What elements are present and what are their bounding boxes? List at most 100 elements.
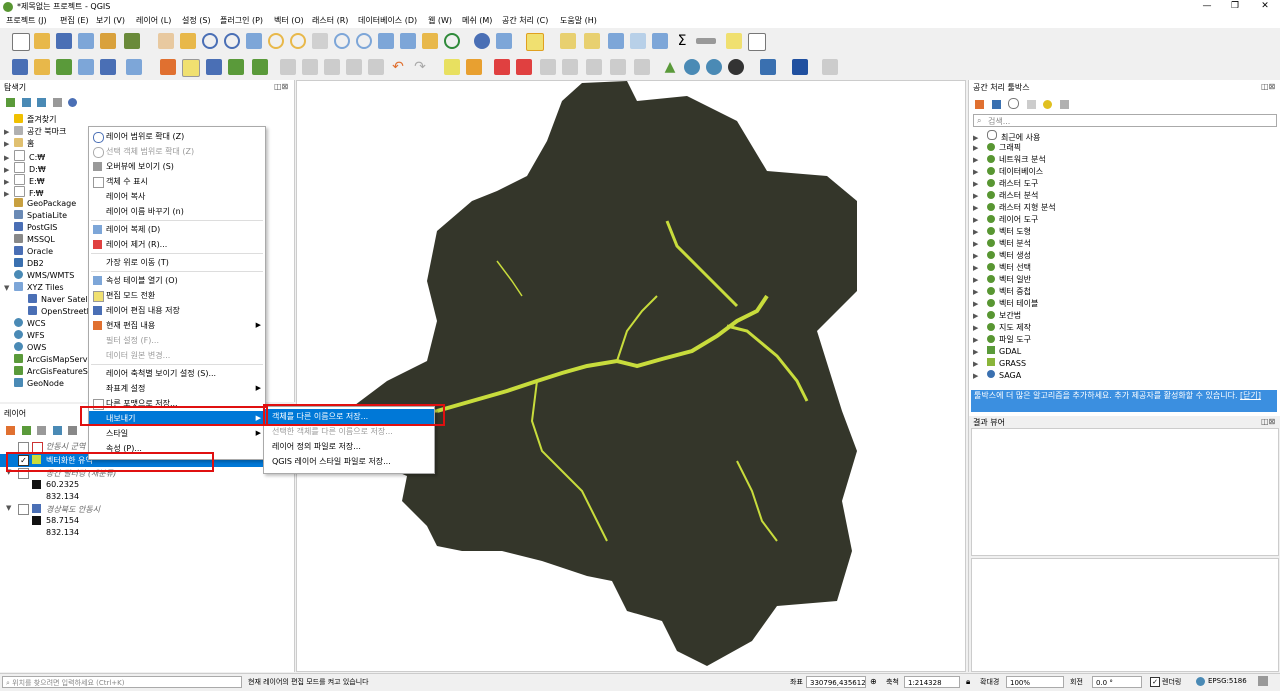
layer-4-name[interactable]: 경상북도 안동시	[46, 504, 100, 515]
toolbox-raster-tools[interactable]: ▶ 래스터 도구	[973, 178, 1038, 190]
tree-drive-d[interactable]: ▶ D:₩	[4, 162, 46, 174]
style-manager-icon[interactable]	[124, 33, 140, 49]
layer-labeling-icon[interactable]	[466, 59, 482, 75]
expand-icon[interactable]	[68, 426, 78, 435]
menu-move-to-top[interactable]: 가장 위로 이동 (T)	[89, 255, 265, 270]
menu-current-edits[interactable]: 현재 편집 내용 ▶	[89, 318, 265, 333]
tree-drive-f[interactable]: ▶ F:₩	[4, 186, 44, 198]
toggle-editing-icon[interactable]	[182, 59, 200, 77]
menu-project[interactable]: 프로젝트 (J)	[6, 15, 47, 26]
options-wrench-icon[interactable]	[1059, 100, 1069, 109]
toolbox-vector-general[interactable]: ▶ 벡터 일반	[973, 274, 1031, 286]
new-layer-icon[interactable]	[34, 59, 50, 75]
tree-geopackage[interactable]: GeoPackage	[4, 198, 76, 210]
new-3d-view-icon[interactable]	[400, 33, 416, 49]
toolbox-layer-tools[interactable]: ▶ 레이어 도구	[973, 214, 1038, 226]
label-icon[interactable]	[444, 59, 460, 75]
rotation-spinbox[interactable]: 0.0 °	[1092, 676, 1142, 688]
identify-icon[interactable]	[474, 33, 490, 49]
toolbox-vector-overlay[interactable]: ▶ 벡터 중첩	[973, 286, 1031, 298]
menu-show-feature-count[interactable]: 객체 수 표시	[89, 174, 265, 189]
menu-open-attribute-table[interactable]: 속성 테이블 열기 (O)	[89, 273, 265, 288]
toolbox-gdal[interactable]: ▶ GDAL	[973, 346, 1021, 358]
tree-oracle[interactable]: Oracle	[4, 246, 53, 258]
zoom-native-icon[interactable]	[312, 33, 328, 49]
menu-web[interactable]: 웹 (W)	[428, 15, 452, 26]
menu-save-edits[interactable]: 레이어 편집 내용 저장	[89, 303, 265, 318]
tree-mssql[interactable]: MSSQL	[4, 234, 55, 246]
menu-change-source[interactable]: 데이터 원본 변경...	[89, 348, 265, 363]
move-label-icon[interactable]	[562, 59, 578, 75]
undo-icon[interactable]: ↶	[390, 59, 406, 75]
menu-style[interactable]: 스타일 ▶	[89, 426, 265, 441]
menu-database[interactable]: 데이터베이스 (D)	[358, 15, 417, 26]
toolbox-cartography[interactable]: ▶ 지도 제작	[973, 322, 1031, 334]
new-project-icon[interactable]	[12, 33, 30, 51]
redo-icon[interactable]: ↷	[412, 59, 428, 75]
tree-arcgis-mapserver[interactable]: ArcGisMapServer	[4, 354, 88, 366]
render-checkbox[interactable]: ✓	[1150, 677, 1160, 687]
menu-copy-layer[interactable]: 레이어 복사	[89, 189, 265, 204]
menu-show-in-overview[interactable]: 오버뷰에 보이기 (S)	[89, 159, 265, 174]
visibility-icon[interactable]	[37, 426, 47, 435]
toolbox-network[interactable]: ▶ 네트워크 분석	[973, 154, 1046, 166]
tree-ows[interactable]: OWS	[4, 342, 46, 354]
toolbox-dock-controls[interactable]: ◫⊠	[1261, 82, 1275, 91]
locator-search-input[interactable]: ⌕ 위치를 찾으려면 입력하세요 (Ctrl+K)	[2, 676, 242, 688]
toolbox-vector-analysis[interactable]: ▶ 벡터 분석	[973, 238, 1031, 250]
menu-processing[interactable]: 공간 처리 (C)	[502, 15, 548, 26]
layer-4-expand-arrow[interactable]: ▼	[6, 504, 11, 512]
tree-drive-e[interactable]: ▶ E:₩	[4, 174, 45, 186]
style-panel-icon[interactable]	[6, 426, 15, 435]
temporal-controller-icon[interactable]	[422, 33, 438, 49]
attribute-table-icon[interactable]	[608, 33, 624, 49]
history-icon[interactable]	[1008, 98, 1020, 109]
cut-features-icon[interactable]	[324, 59, 340, 75]
globe-icon[interactable]	[684, 59, 700, 75]
open-project-icon[interactable]	[34, 33, 50, 49]
toolbox-interpolation[interactable]: ▶ 보간법	[973, 310, 1021, 322]
menu-set-crs[interactable]: 좌표계 설정 ▶	[89, 381, 265, 396]
results-icon[interactable]	[1026, 100, 1036, 109]
tree-naver-satellite[interactable]: Naver Satellite	[28, 294, 88, 306]
properties-icon[interactable]	[68, 98, 78, 107]
show-hide-labels-icon[interactable]	[540, 59, 556, 75]
tree-postgis[interactable]: PostGIS	[4, 222, 57, 234]
toolbox-vector-table[interactable]: ▶ 벡터 테이블	[973, 298, 1038, 310]
diagram-icon[interactable]	[494, 59, 510, 75]
tree-spatialite[interactable]: SpatiaLite	[4, 210, 67, 222]
menu-toggle-editing[interactable]: 편집 모드 전환	[89, 288, 265, 303]
lock-scale-icon[interactable]: 🔒︎	[966, 677, 970, 687]
toolbox-file-tools[interactable]: ▶ 파일 도구	[973, 334, 1031, 346]
add-layer-icon[interactable]	[6, 98, 15, 107]
layer-1-name[interactable]: 안동시 군역	[46, 441, 85, 452]
minimize-button[interactable]: —	[1192, 0, 1222, 14]
zoom-next-icon[interactable]	[356, 33, 372, 49]
label-pin-icon[interactable]	[516, 59, 532, 75]
toolbox-vector-creation[interactable]: ▶ 벡터 생성	[973, 250, 1031, 262]
maximize-button[interactable]: ❐	[1220, 0, 1250, 14]
filter-browser-icon[interactable]	[37, 98, 47, 107]
add-group-icon[interactable]	[21, 426, 31, 435]
toolbox-vector-geometry[interactable]: ▶ 벡터 도형	[973, 226, 1031, 238]
refresh-icon[interactable]	[444, 33, 460, 49]
copy-features-icon[interactable]	[346, 59, 362, 75]
toolbox-raster-terrain[interactable]: ▶ 래스터 지형 분석	[973, 202, 1056, 214]
scripts-icon[interactable]	[991, 100, 1001, 109]
models-icon[interactable]	[975, 100, 984, 109]
tree-wcs[interactable]: WCS	[4, 318, 46, 330]
toolbox-gear-icon[interactable]	[652, 33, 668, 49]
toggle-extents-icon[interactable]: ⊕	[870, 677, 877, 686]
magnifier-spinbox[interactable]: 100%	[1006, 676, 1064, 688]
menu-layer[interactable]: 레이어 (L)	[136, 15, 171, 26]
tree-home[interactable]: ▶ 홈	[4, 138, 34, 150]
menu-help[interactable]: 도움말 (H)	[560, 15, 597, 26]
tree-arcgis-featureserver[interactable]: ArcGisFeatureServer	[4, 366, 88, 378]
zoom-full-icon[interactable]	[246, 33, 262, 49]
text-annotation-icon[interactable]	[748, 33, 766, 51]
zoom-layer-icon[interactable]	[290, 33, 306, 49]
menu-raster[interactable]: 래스터 (R)	[312, 15, 348, 26]
menu-remove-layer[interactable]: 레이어 제거 (R)...	[89, 237, 265, 252]
submenu-save-qgis-style[interactable]: QGIS 레이어 스타일 파일로 저장...	[264, 454, 434, 469]
plugin-icon[interactable]	[728, 59, 744, 75]
